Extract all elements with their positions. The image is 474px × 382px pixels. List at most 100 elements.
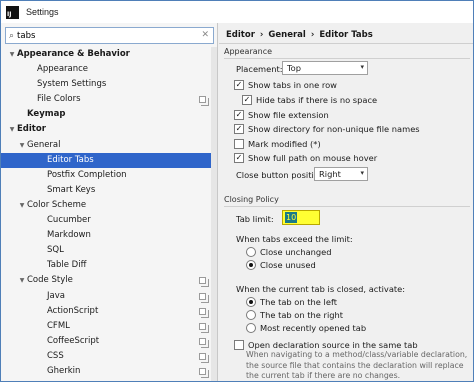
show-directory-label: Show directory for non-unique file names — [248, 124, 420, 134]
tab-on-right-option[interactable]: The tab on the right — [246, 310, 343, 320]
show-directory-checkbox[interactable]: ✓ — [234, 124, 244, 134]
hide-tabs-no-space-option[interactable]: ✓ Hide tabs if there is no space — [242, 95, 377, 105]
tree-item-label: Java — [47, 290, 65, 301]
tab-limit-value: 10 — [285, 212, 298, 223]
show-file-extension-checkbox[interactable]: ✓ — [234, 110, 244, 120]
mark-modified-option[interactable]: Mark modified (*) — [234, 139, 321, 149]
chevron-down-icon: ▾ — [360, 63, 364, 71]
tree-item[interactable]: File Colors — [1, 92, 217, 107]
show-full-path-label: Show full path on mouse hover — [248, 153, 378, 163]
show-full-path-checkbox[interactable]: ✓ — [234, 153, 244, 163]
most-recent-tab-radio[interactable] — [246, 323, 256, 333]
settings-tree-pane: ⌕ ✕ ▼Appearance & Behavior Appearance Syst… — [1, 23, 218, 381]
project-scope-icon — [199, 352, 209, 363]
mark-modified-checkbox[interactable] — [234, 139, 244, 149]
hide-tabs-no-space-label: Hide tabs if there is no space — [256, 95, 378, 105]
breadcrumb-editor: Editor — [226, 30, 255, 40]
tab-on-left-label: The tab on the left — [260, 297, 337, 307]
tree-item[interactable]: Editor Tabs — [1, 152, 217, 168]
breadcrumb-editor-tabs: Editor Tabs — [319, 30, 373, 40]
tree-item[interactable]: CSS — [1, 349, 217, 364]
tree-item[interactable]: System Settings — [1, 77, 217, 92]
closing-policy-section-label: Closing Policy — [224, 195, 279, 204]
tree-item-label: Editor Tabs — [47, 154, 94, 165]
expand-arrow-icon[interactable]: ▼ — [7, 47, 17, 62]
breadcrumb: Editor › General › Editor Tabs — [226, 28, 373, 42]
tree-item-label: CoffeeScript — [47, 335, 100, 346]
tree-item[interactable]: Keymap — [1, 107, 217, 122]
most-recent-tab-option[interactable]: Most recently opened tab — [246, 323, 366, 333]
project-scope-icon — [199, 96, 209, 107]
clear-search-icon[interactable]: ✕ — [201, 30, 209, 40]
tree-item-label: Keymap — [27, 109, 66, 120]
tab-on-right-radio[interactable] — [246, 310, 256, 320]
tree-item[interactable]: Java — [1, 289, 217, 304]
tree-item[interactable]: ActionScript — [1, 304, 217, 319]
show-tabs-one-row-checkbox[interactable]: ✓ — [234, 80, 244, 90]
tree-item-label: Appearance — [37, 64, 89, 75]
mark-modified-label: Mark modified (*) — [248, 139, 321, 149]
tree-item[interactable]: Gherkin — [1, 364, 217, 379]
project-scope-icon — [199, 292, 209, 303]
title-bar: IJ Settings — [1, 1, 473, 23]
tab-closed-activate-label: When the current tab is closed, activate… — [236, 284, 406, 294]
expand-arrow-icon[interactable]: ▼ — [17, 273, 27, 288]
tree-item[interactable]: Appearance — [1, 62, 217, 77]
expand-arrow-icon[interactable]: ▼ — [17, 138, 27, 153]
tree-item[interactable]: Postfix Completion — [1, 168, 217, 183]
close-unchanged-option[interactable]: Close unchanged — [246, 247, 332, 257]
chevron-down-icon: ▾ — [360, 169, 364, 177]
tree-item[interactable]: ▼ Code Style — [1, 273, 217, 288]
tree-item-label: ActionScript — [47, 305, 99, 316]
expand-arrow-icon[interactable]: ▼ — [7, 122, 17, 137]
open-declaration-label: Open declaration source in the same tab — [248, 340, 418, 350]
tab-on-left-radio[interactable] — [246, 297, 256, 307]
close-unused-option[interactable]: Close unused — [246, 260, 316, 270]
tree-item[interactable]: CFML — [1, 319, 217, 334]
tree-item[interactable]: ▼ Editor — [1, 122, 217, 137]
close-unused-radio[interactable] — [246, 260, 256, 270]
show-full-path-option[interactable]: ✓ Show full path on mouse hover — [234, 153, 377, 163]
show-directory-option[interactable]: ✓ Show directory for non-unique file nam… — [234, 124, 420, 134]
tree-item[interactable]: ▼ General — [1, 138, 217, 153]
header-divider — [219, 43, 473, 44]
settings-search-box[interactable]: ⌕ ✕ — [5, 27, 214, 44]
tree-item-label: CFML — [47, 320, 70, 331]
show-file-extension-label: Show file extension — [248, 110, 329, 120]
expand-arrow-icon[interactable]: ▼ — [17, 198, 27, 213]
search-input[interactable] — [17, 30, 188, 41]
project-scope-icon — [199, 367, 209, 378]
close-unchanged-radio[interactable] — [246, 247, 256, 257]
tree-item[interactable]: Smart Keys — [1, 183, 217, 198]
hide-tabs-no-space-checkbox[interactable]: ✓ — [242, 95, 252, 105]
placement-dropdown[interactable]: Top ▾ — [282, 61, 368, 75]
editor-tabs-panel: Editor › General › Editor Tabs Appearanc… — [219, 23, 473, 381]
close-button-position-dropdown[interactable]: Right ▾ — [314, 167, 368, 181]
close-unchanged-label: Close unchanged — [260, 247, 332, 257]
tab-limit-input[interactable]: 10 — [282, 210, 320, 225]
tree-scrollbar[interactable] — [211, 47, 217, 381]
appearance-divider — [224, 58, 470, 59]
show-file-extension-option[interactable]: ✓ Show file extension — [234, 110, 329, 120]
tree-item-label: General — [27, 139, 61, 150]
show-tabs-one-row-option[interactable]: ✓ Show tabs in one row — [234, 80, 337, 90]
settings-window: IJ Settings ⌕ ✕ ▼Appearance & Behavior Ap… — [0, 0, 474, 382]
tree-item[interactable]: Markdown — [1, 228, 217, 243]
tree-item[interactable]: Table Diff — [1, 258, 217, 273]
tree-item[interactable]: Cucumber — [1, 213, 217, 228]
tree-item-label: Editor — [17, 124, 46, 135]
tree-item-label: Code Style — [27, 275, 73, 286]
tree-item[interactable]: SQL — [1, 243, 217, 258]
tree-item-label: Markdown — [47, 230, 91, 241]
tab-on-left-option[interactable]: The tab on the left — [246, 297, 337, 307]
tree-item[interactable]: ▼ Color Scheme — [1, 198, 217, 213]
project-scope-icon — [199, 307, 209, 318]
tree-item[interactable]: CoffeeScript — [1, 334, 217, 349]
open-declaration-option[interactable]: Open declaration source in the same tab — [234, 340, 418, 350]
tree-item-label: Color Scheme — [27, 199, 87, 210]
breadcrumb-separator: › — [310, 30, 315, 40]
tree-item-label: Cucumber — [47, 215, 91, 226]
tree-item[interactable]: ▼ Appearance & Behavior — [1, 47, 217, 62]
open-declaration-checkbox[interactable] — [234, 340, 244, 350]
radio-selected-dot — [249, 263, 253, 267]
